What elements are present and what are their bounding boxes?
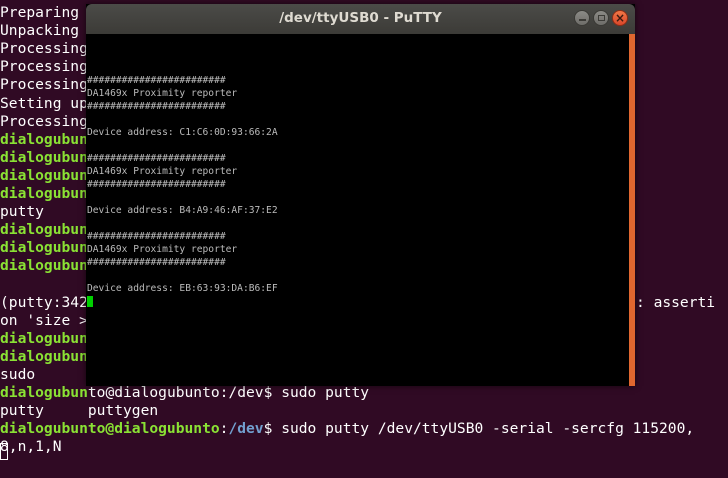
desktop-screen: Preparing to unpack .../ckfocm_0_00_7cd1…	[0, 0, 728, 478]
prompt-user: dialogubun	[0, 130, 88, 148]
terminal-line: Processing	[0, 113, 88, 131]
putty-output-line: ########################	[87, 101, 226, 112]
prompt-user: dialogubun	[0, 166, 88, 184]
putty-output-line: DA1469x Proximity reporter	[87, 166, 238, 177]
terminal-line: Unpacking	[0, 22, 79, 40]
minimize-button[interactable]	[574, 10, 590, 26]
putty-output-line: ########################	[87, 231, 226, 242]
putty-output-line: DA1469x Proximity reporter	[87, 244, 238, 255]
close-button[interactable]: ×	[612, 10, 628, 26]
terminal-text: 8,n,1,N	[0, 438, 62, 456]
terminal-line: Processing	[0, 40, 88, 58]
putty-output-line: Device address: EB:63:93:DA:B6:EF	[87, 283, 278, 294]
prompt-path: /dev	[228, 420, 264, 438]
terminal-text: sudo	[0, 366, 36, 383]
prompt-user: dialogubun	[0, 329, 88, 347]
terminal-line: on 'size >	[0, 312, 88, 330]
terminal-command: sudo putty /dev/ttyUSB0 -serial -sercfg …	[272, 420, 695, 438]
putty-output-line	[87, 61, 278, 74]
prompt-user: dialogubunto@dialogubunto	[0, 420, 220, 438]
terminal-text: Processing	[0, 40, 88, 58]
terminal-line: 8,n,1,N	[0, 438, 62, 456]
putty-output-line: ########################	[87, 75, 226, 86]
terminal-text: putty	[0, 203, 44, 221]
putty-output-line	[87, 191, 278, 204]
putty-output-line: ########################	[87, 257, 226, 268]
terminal-line-right: : asserti	[636, 293, 716, 311]
minimize-icon	[578, 18, 586, 21]
putty-output-line	[87, 48, 278, 61]
putty-output-line: ########################	[87, 179, 226, 190]
terminal-line: dialogubun	[0, 149, 88, 167]
prompt-user: dialogubun	[0, 221, 88, 239]
terminal-line: dialogubun	[0, 221, 88, 239]
maximize-button[interactable]	[593, 10, 609, 26]
putty-cursor	[87, 296, 93, 307]
putty-window[interactable]: /dev/ttyUSB0 - PuTTY × #################…	[86, 4, 635, 386]
putty-titlebar[interactable]: /dev/ttyUSB0 - PuTTY ×	[86, 4, 635, 34]
putty-output-line	[87, 269, 278, 282]
terminal-line: (putty:342	[0, 294, 88, 312]
prompt-user: dialogubun	[0, 239, 88, 257]
terminal-text: Setting up	[0, 94, 88, 112]
prompt-user: dialogubun	[0, 257, 88, 275]
terminal-text: Processing	[0, 76, 88, 94]
putty-output-line: DA1469x Proximity reporter	[87, 88, 238, 99]
putty-output-line: Device address: B4:A9:46:AF:37:E2	[87, 205, 278, 216]
terminal-cursor	[0, 443, 8, 460]
terminal-text: putty puttygen	[0, 402, 159, 420]
terminal-line: putty puttygen	[0, 402, 158, 420]
putty-scrollbar[interactable]	[629, 34, 635, 386]
prompt-user: dialogubun	[0, 148, 88, 166]
maximize-icon	[597, 15, 605, 21]
terminal-line: dialogubunto@dialogubunto:/dev$ sudo put…	[0, 420, 694, 438]
putty-output-line	[87, 113, 278, 126]
putty-terminal-area[interactable]: ######################## DA1469x Proximit…	[86, 34, 629, 386]
terminal-line: dialogubun	[0, 239, 88, 257]
terminal-text: on 'size >	[0, 311, 88, 329]
terminal-line: dialogubunto@dialogubunto:/dev$ sudo put…	[0, 384, 369, 402]
terminal-line: dialogubun	[0, 131, 88, 149]
terminal-line: Processing	[0, 76, 88, 94]
putty-output-line	[87, 217, 278, 230]
terminal-line: dialogubun	[0, 330, 88, 348]
putty-output-line: ########################	[87, 153, 226, 164]
terminal-line: dialogubun	[0, 185, 88, 203]
terminal-command: sudo putty	[281, 384, 370, 402]
prompt-user: dialogubun	[0, 185, 88, 202]
terminal-text: Unpacking	[0, 22, 80, 40]
close-icon: ×	[614, 10, 626, 25]
putty-output-line: Device address: C1:C6:0D:93:66:2A	[87, 127, 278, 138]
terminal-line: sudo	[0, 366, 35, 384]
terminal-line: Setting up	[0, 95, 88, 113]
terminal-text: (putty:342	[0, 293, 88, 311]
prompt-user: dialogubun	[0, 384, 88, 402]
terminal-line: dialogubun	[0, 348, 88, 366]
terminal-text: Processing	[0, 58, 88, 76]
terminal-line: putty	[0, 203, 44, 221]
terminal-text: Processing	[0, 112, 88, 130]
prompt-user: dialogubun	[0, 347, 88, 365]
putty-output-line	[87, 139, 278, 152]
terminal-line: dialogubun	[0, 257, 88, 275]
terminal-line: Processing	[0, 58, 88, 76]
window-title: /dev/ttyUSB0 - PuTTY	[279, 10, 442, 26]
putty-output: ######################## DA1469x Proximit…	[87, 48, 278, 307]
prompt-tail: to@dialogubunto:/dev$	[87, 384, 273, 402]
terminal-line: dialogubun	[0, 167, 88, 185]
